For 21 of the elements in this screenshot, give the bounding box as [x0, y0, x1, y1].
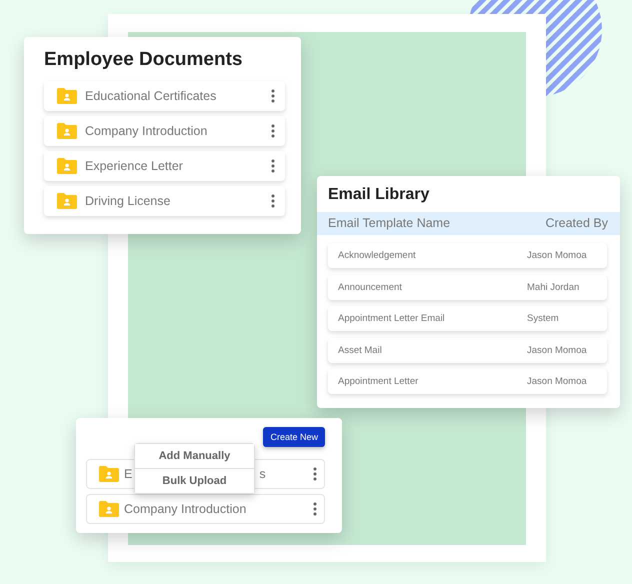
created-by: System	[527, 313, 560, 324]
template-name: Asset Mail	[338, 344, 382, 356]
created-by: Jason Momoa	[527, 376, 588, 387]
card-title: Email Library	[327, 185, 430, 205]
document-name: E	[124, 467, 132, 481]
column-header: Email Template Name	[328, 216, 450, 230]
created-by: Mahi Jordan	[527, 282, 580, 292]
template-name: Acknowledgement	[338, 250, 416, 261]
document-name: Experience Letter	[85, 159, 183, 173]
template-name: Appointment Letter	[338, 376, 418, 387]
template-name: Appointment Letter Email	[338, 313, 445, 324]
document-name: Company Introduction	[85, 124, 208, 138]
card-title: Employee Documents	[44, 49, 244, 71]
document-name: s	[259, 467, 266, 481]
document-name: Educational Certificates	[85, 89, 216, 103]
document-name: Driving License	[85, 194, 170, 208]
created-by: Jason Momoa	[527, 250, 588, 261]
created-by: Jason Momoa	[527, 344, 588, 356]
column-header: Created By	[545, 216, 608, 230]
document-name: Company Introduction	[124, 502, 246, 516]
template-name: Announcement	[338, 282, 402, 292]
